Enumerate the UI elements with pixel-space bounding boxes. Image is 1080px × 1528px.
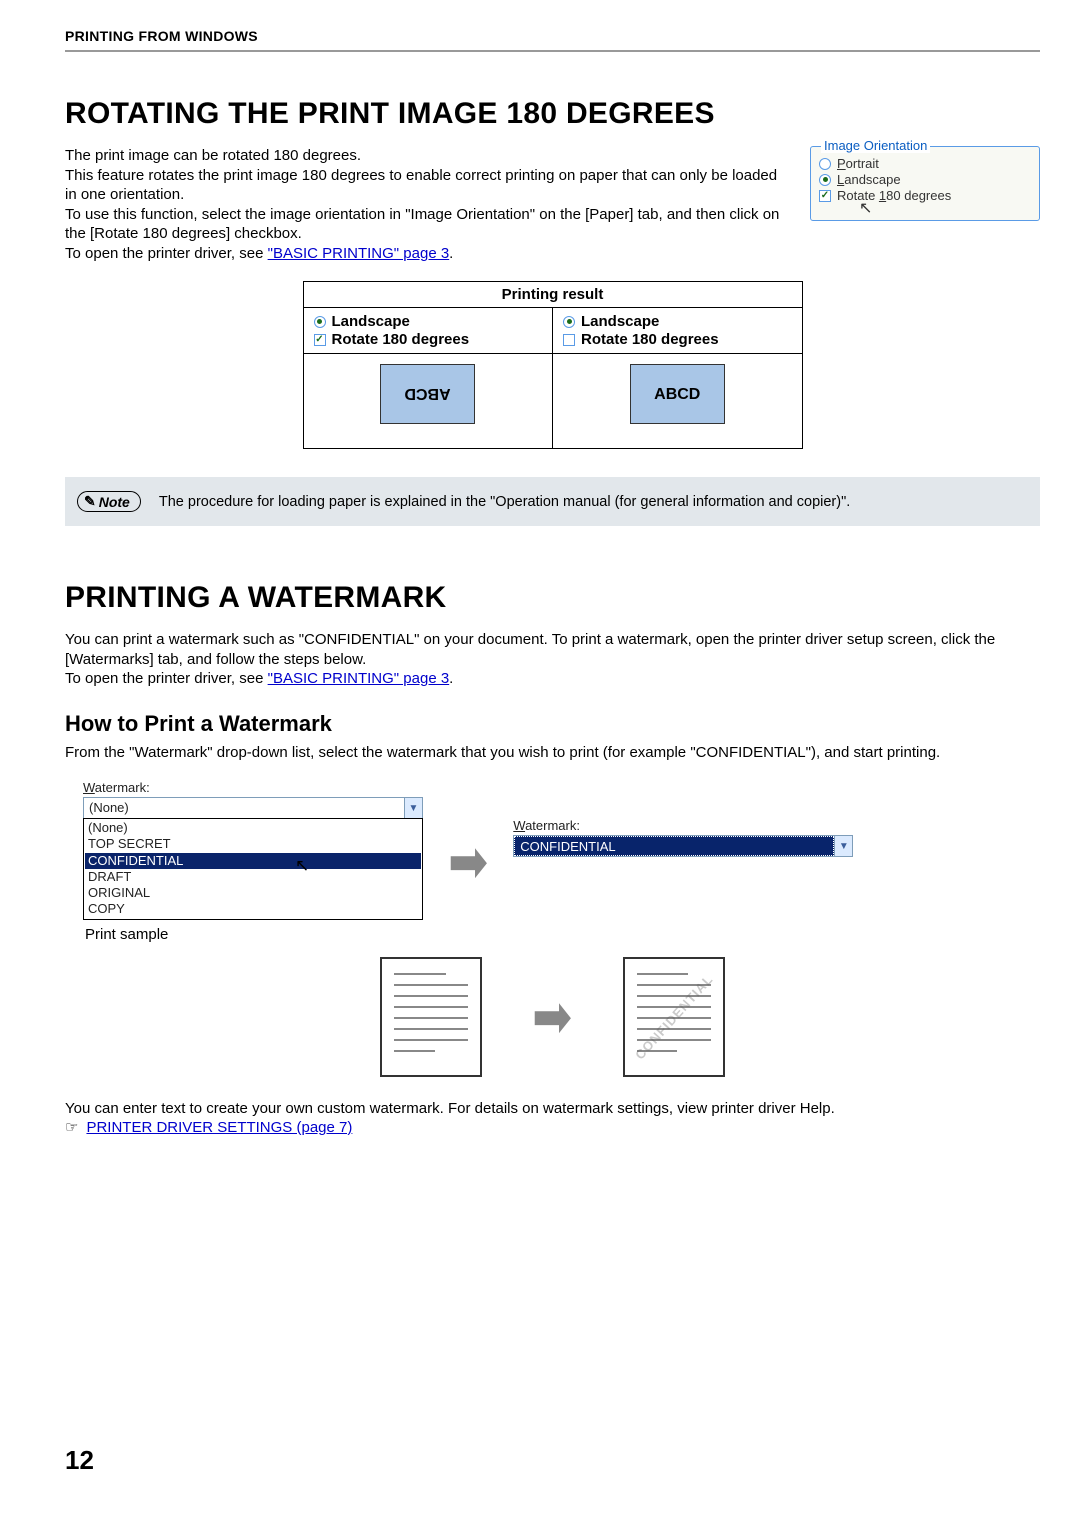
option-original[interactable]: ORIGINAL (85, 885, 421, 901)
arrow-right-icon: ➡ (448, 832, 488, 892)
radio-checked-icon (314, 316, 326, 328)
watermark-listbox[interactable]: (None) TOP SECRET CONFIDENTIAL ↖ DRAFT O… (83, 818, 423, 920)
s2-p3: You can enter text to create your own cu… (65, 1100, 835, 1117)
option-none[interactable]: (None) (85, 820, 421, 836)
radio-checked-icon (563, 316, 575, 328)
section2-foot: You can enter text to create your own cu… (65, 1099, 1040, 1138)
portrait-radio-row[interactable]: Portrait (819, 156, 1031, 171)
s2-p2-pre: To open the printer driver, see (65, 670, 268, 687)
sample-page-watermarked: CONFIDENTIAL (623, 957, 725, 1077)
table-header: Printing result (303, 282, 802, 308)
combo-value: (None) (84, 798, 404, 818)
s1-p1: The print image can be rotated 180 degre… (65, 147, 361, 164)
note-badge: ✎ Note (77, 491, 141, 512)
combo-value-selected: CONFIDENTIAL (514, 836, 834, 856)
print-sample-row: ➡ CONFIDENTIAL (65, 957, 1040, 1077)
preview-box-normal: ABCD (630, 364, 725, 424)
watermark-combobox-2[interactable]: CONFIDENTIAL ▼ (513, 835, 853, 857)
watermark-label: Watermark: (83, 780, 423, 795)
radio-unchecked-icon (819, 158, 831, 170)
section2-body: You can print a watermark such as "CONFI… (65, 630, 1040, 689)
checkbox-checked-icon: ✓ (819, 190, 831, 202)
landscape-radio-row[interactable]: Landscape (819, 172, 1031, 187)
print-sample-label: Print sample (85, 926, 1040, 943)
note-bar: ✎ Note The procedure for loading paper i… (65, 477, 1040, 526)
note-text: The procedure for loading paper is expla… (159, 494, 850, 510)
cursor-icon: ↖ (859, 204, 1031, 214)
s1-p3: To use this function, select the image o… (65, 206, 779, 243)
section1-title: ROTATING THE PRINT IMAGE 180 DEGREES (65, 97, 1040, 131)
section1-body: The print image can be rotated 180 degre… (65, 146, 780, 263)
preview-box-rotated: ABCD (380, 364, 475, 424)
subsection-title: How to Print a Watermark (65, 711, 1040, 737)
preview-normal: ABCD (553, 354, 803, 449)
pointer-icon: ☞ (65, 1119, 78, 1136)
s1-p2: This feature rotates the print image 180… (65, 167, 777, 204)
option-draft[interactable]: DRAFT (85, 869, 421, 885)
option-confidential[interactable]: CONFIDENTIAL ↖ (85, 853, 421, 869)
pencil-icon: ✎ (84, 493, 96, 510)
option-copy[interactable]: COPY (85, 901, 421, 917)
subsection-body: From the "Watermark" drop-down list, sel… (65, 743, 1040, 763)
arrow-right-icon: ➡ (532, 987, 572, 1047)
s1-p4-post: . (449, 245, 453, 262)
checkbox-unchecked-icon (563, 334, 575, 346)
watermark-combobox[interactable]: (None) ▼ (83, 797, 423, 819)
preview-rotated: ABCD (303, 354, 553, 449)
chevron-down-icon[interactable]: ▼ (834, 836, 852, 856)
chevron-down-icon[interactable]: ▼ (404, 798, 422, 818)
watermark-panel-open: Watermark: (None) ▼ (None) TOP SECRET CO… (83, 780, 423, 920)
checkbox-checked-icon: ✓ (314, 334, 326, 346)
image-orientation-groupbox: Image Orientation Portrait Landscape ✓ R… (810, 146, 1040, 221)
sample-page-plain (380, 957, 482, 1077)
watermark-panel-selected: Watermark: CONFIDENTIAL ▼ (513, 818, 853, 857)
s1-p4-pre: To open the printer driver, see (65, 245, 268, 262)
page-header: PRINTING FROM WINDOWS (65, 28, 1040, 52)
watermark-label-2: Watermark: (513, 818, 853, 833)
basic-printing-link-2[interactable]: "BASIC PRINTING" page 3 (268, 670, 450, 687)
s2-p1: You can print a watermark such as "CONFI… (65, 631, 995, 668)
printing-result-table: Printing result Landscape ✓Rotate 180 de… (303, 281, 803, 449)
basic-printing-link-1[interactable]: "BASIC PRINTING" page 3 (268, 245, 450, 262)
radio-checked-icon (819, 174, 831, 186)
table-cell-left-options: Landscape ✓Rotate 180 degrees (303, 308, 553, 354)
option-top-secret[interactable]: TOP SECRET (85, 836, 421, 852)
orientation-legend: Image Orientation (821, 138, 930, 153)
printer-driver-settings-link[interactable]: PRINTER DRIVER SETTINGS (page 7) (86, 1119, 352, 1136)
page-number: 12 (65, 1445, 94, 1476)
s2-p2-post: . (449, 670, 453, 687)
rotate-checkbox-row[interactable]: ✓ Rotate 180 degrees (819, 188, 1031, 203)
watermark-ui-row: Watermark: (None) ▼ (None) TOP SECRET CO… (83, 780, 1040, 920)
section2-title: PRINTING A WATERMARK (65, 581, 1040, 615)
table-cell-right-options: Landscape Rotate 180 degrees (553, 308, 803, 354)
